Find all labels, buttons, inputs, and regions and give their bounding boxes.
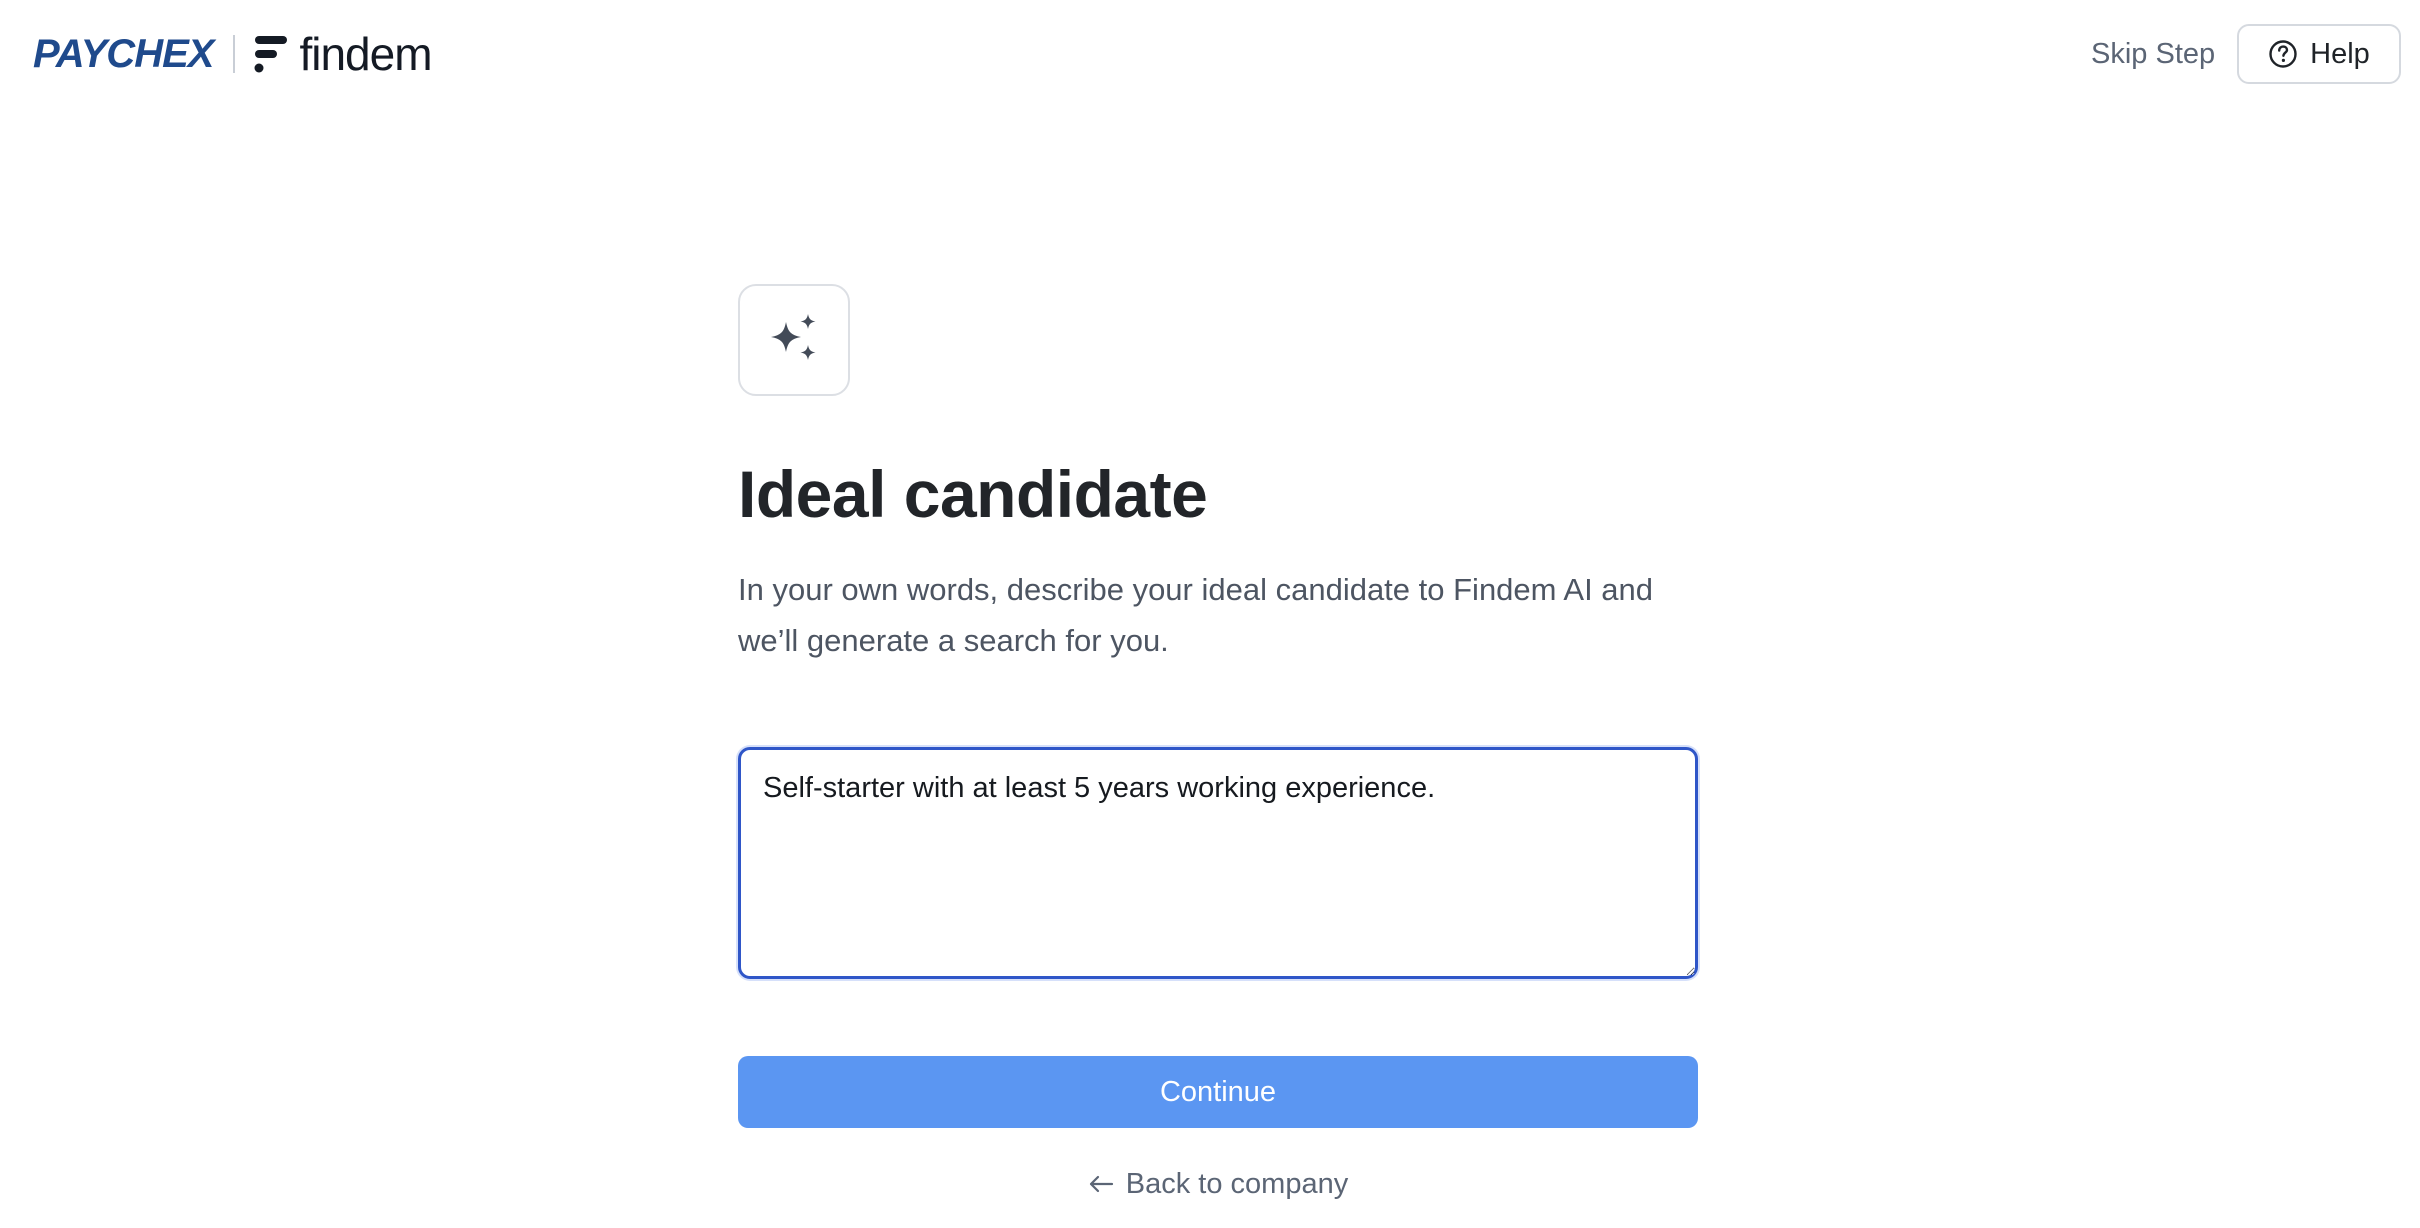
continue-button[interactable]: Continue — [738, 1056, 1698, 1128]
back-to-company-label: Back to company — [1125, 1167, 1349, 1200]
findem-logo: findem — [299, 28, 432, 80]
brand-logos: PAYCHEX findem — [33, 28, 433, 80]
arrow-left-icon — [1089, 1175, 1113, 1193]
sparkles-icon — [771, 314, 816, 360]
onboarding-page: PAYCHEX findem Skip Step Help Ideal cand… — [0, 0, 2420, 1228]
help-label: Help — [2310, 37, 2370, 70]
skip-step-link[interactable]: Skip Step — [2091, 34, 2215, 74]
question-circle-icon — [2269, 40, 2297, 68]
page-subtitle: In your own words, describe your ideal c… — [738, 572, 1654, 658]
top-header: PAYCHEX findem Skip Step Help — [0, 0, 2420, 108]
brand-divider — [233, 35, 236, 73]
ideal-candidate-form: Ideal candidate In your own words, descr… — [738, 284, 1698, 1200]
findem-logo-icon — [254, 36, 288, 73]
page-title: Ideal candidate — [738, 457, 1208, 531]
candidate-input-wrapper: Self-starter with at least 5 years worki… — [738, 747, 1698, 979]
help-button[interactable]: Help — [2237, 24, 2401, 84]
back-to-company-link[interactable]: Back to company — [738, 1162, 1698, 1206]
paychex-logo: PAYCHEX — [33, 31, 214, 76]
candidate-description-input[interactable]: Self-starter with at least 5 years worki… — [738, 747, 1698, 979]
sparkle-tile — [738, 284, 850, 396]
